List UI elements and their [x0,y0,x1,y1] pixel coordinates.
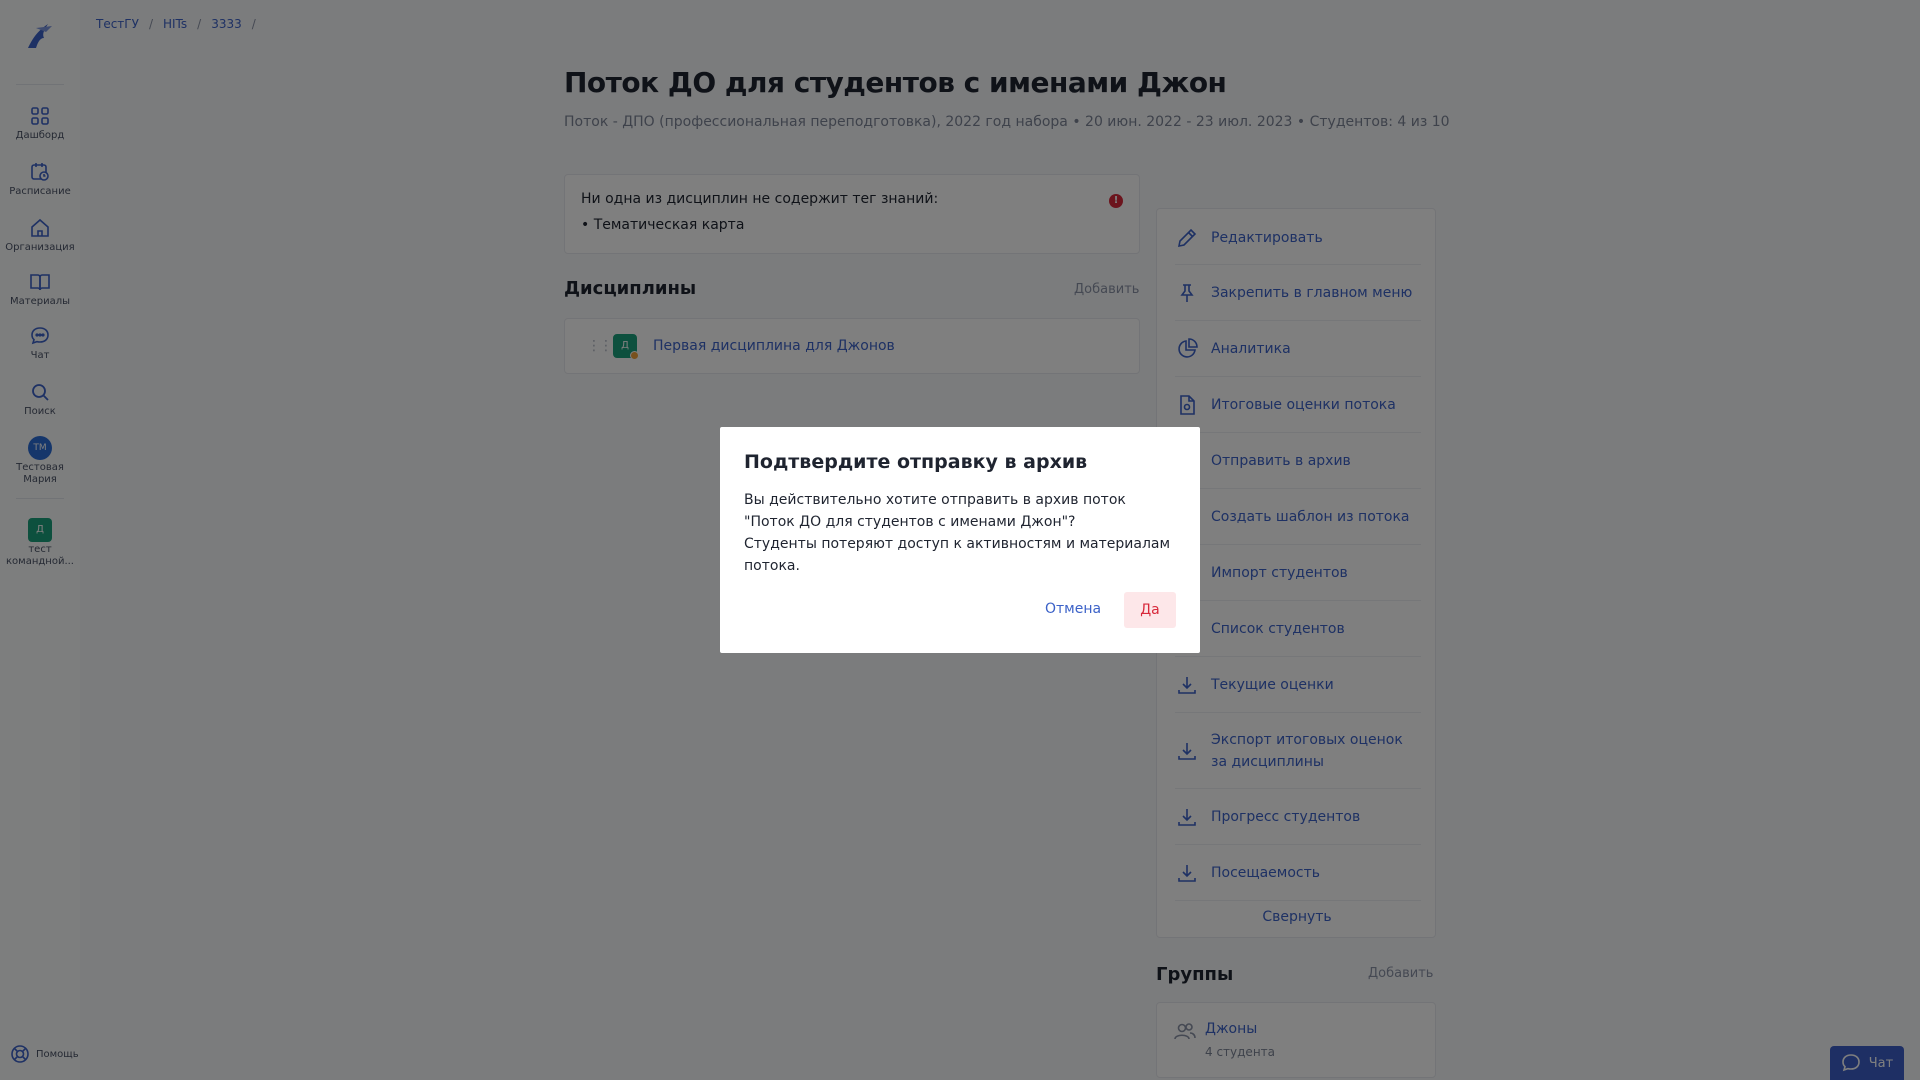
confirm-archive-dialog: Подтвердите отправку в архив Вы действит… [720,427,1200,653]
dialog-title: Подтвердите отправку в архив [744,451,1088,473]
dialog-body: Вы действительно хотите отправить в архи… [744,489,1176,577]
dialog-text: Вы действительно хотите отправить в архи… [744,492,1126,530]
confirm-button[interactable]: Да [1124,592,1176,628]
cancel-button[interactable]: Отмена [1033,593,1113,625]
dialog-text: Студенты потеряют доступ к активностям и… [744,536,1171,574]
